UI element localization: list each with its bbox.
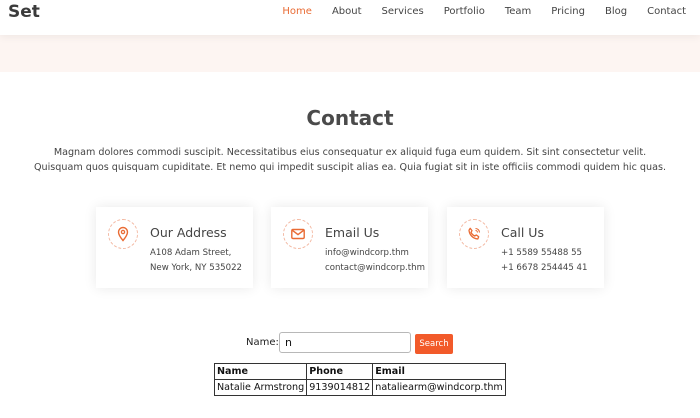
- table-row: Natalie Armstrong 9139014812 nataliearm@…: [213, 379, 506, 396]
- phone-line-1[interactable]: +1 5589 55488 55: [501, 248, 582, 258]
- nav-home[interactable]: Home: [282, 5, 312, 19]
- email-line-2[interactable]: contact@windcorp.thm: [325, 263, 425, 273]
- search-button[interactable]: Search: [415, 334, 453, 354]
- name-label: Name:: [246, 337, 279, 348]
- page-banner: [0, 35, 700, 72]
- nav-blog[interactable]: Blog: [605, 5, 627, 19]
- name-search-input[interactable]: [279, 332, 411, 353]
- email-card: Email Us info@windcorp.thm contact@windc…: [271, 207, 428, 288]
- card-title: Email Us: [325, 225, 380, 240]
- address-card: Our Address A108 Adam Street, New York, …: [96, 207, 253, 288]
- cell-phone: 9139014812: [306, 379, 374, 396]
- address-line-2: New York, NY 535022: [150, 263, 243, 273]
- nav-team[interactable]: Team: [505, 5, 531, 19]
- column-header-phone: Phone: [306, 363, 374, 380]
- email-line-1[interactable]: info@windcorp.thm: [325, 248, 409, 258]
- site-header: Set Home About Services Portfolio Team P…: [0, 0, 700, 35]
- results-table: Name Phone Email Natalie Armstrong 91390…: [213, 363, 506, 396]
- site-logo[interactable]: Set: [8, 2, 40, 22]
- cell-name: Natalie Armstrong: [213, 379, 308, 396]
- phone-icon: [459, 219, 489, 249]
- column-header-name: Name: [213, 363, 308, 380]
- nav-contact[interactable]: Contact: [647, 5, 686, 19]
- card-title: Our Address: [150, 225, 227, 240]
- section-description: Magnam dolores commodi suscipit. Necessi…: [33, 147, 667, 173]
- table-header-row: Name Phone Email: [213, 363, 506, 380]
- nav-pricing[interactable]: Pricing: [551, 5, 585, 19]
- search-form: Name: Search: [0, 332, 700, 354]
- card-title: Call Us: [501, 225, 544, 240]
- phone-line-2[interactable]: +1 6678 254445 41: [501, 263, 587, 273]
- main-nav: Home About Services Portfolio Team Prici…: [262, 5, 686, 19]
- cell-email: nataliearm@windcorp.thm: [372, 379, 506, 396]
- column-header-email: Email: [372, 363, 506, 380]
- address-line-1: A108 Adam Street,: [150, 248, 232, 258]
- nav-services[interactable]: Services: [382, 5, 424, 19]
- phone-card: Call Us +1 5589 55488 55 +1 6678 254445 …: [447, 207, 604, 288]
- nav-portfolio[interactable]: Portfolio: [444, 5, 485, 19]
- nav-about[interactable]: About: [332, 5, 362, 19]
- map-pin-icon: [108, 219, 138, 249]
- section-title: Contact: [306, 106, 394, 130]
- envelope-icon: [283, 219, 313, 249]
